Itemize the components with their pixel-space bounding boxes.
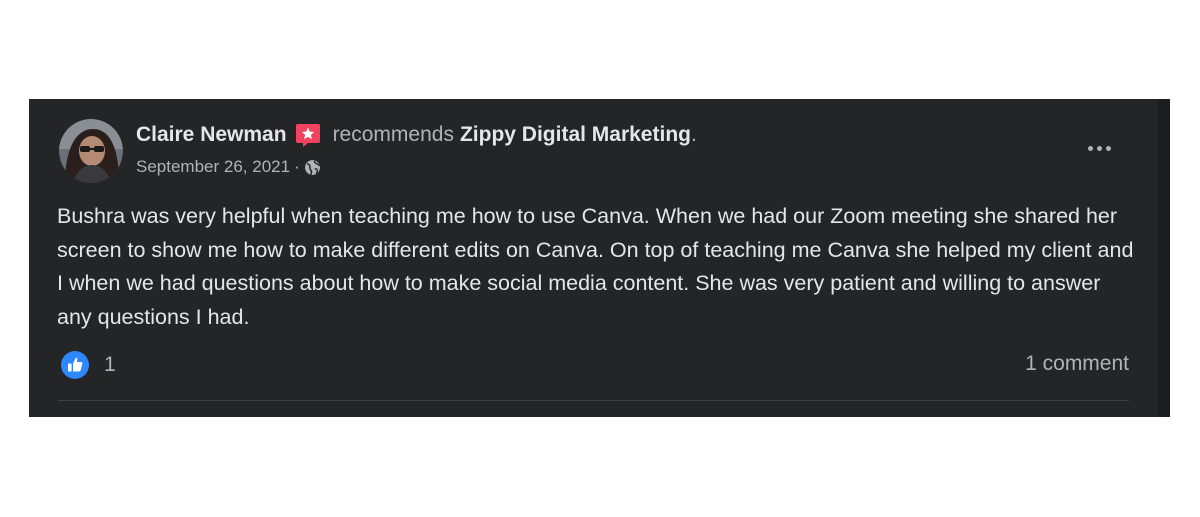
reactions-summary[interactable]: 1 bbox=[60, 350, 116, 380]
post-header: Claire Newman recommends Zippy Digital M… bbox=[136, 122, 697, 148]
post-meta: September 26, 2021 · bbox=[136, 156, 321, 178]
like-count: 1 bbox=[104, 353, 116, 376]
author-name-link[interactable]: Claire Newman bbox=[136, 123, 287, 147]
action-divider bbox=[58, 400, 1129, 401]
more-dot bbox=[1105, 145, 1111, 151]
recommendation-star-icon bbox=[295, 124, 320, 147]
like-reaction-icon bbox=[61, 351, 89, 379]
post-text: Bushra was very helpful when teaching me… bbox=[57, 204, 1134, 329]
scrollbar-track bbox=[1158, 99, 1170, 417]
post-date-link[interactable]: September 26, 2021 bbox=[136, 157, 290, 177]
more-options-button[interactable] bbox=[1084, 137, 1114, 159]
more-dot bbox=[1087, 145, 1093, 151]
recommends-verb: recommends bbox=[332, 123, 454, 146]
recommendation-post: Claire Newman recommends Zippy Digital M… bbox=[29, 99, 1170, 417]
page-name-link[interactable]: Zippy Digital Marketing bbox=[460, 123, 691, 147]
header-period: . bbox=[690, 123, 697, 146]
meta-separator: · bbox=[294, 157, 300, 176]
comment-count-link[interactable]: 1 comment bbox=[1025, 352, 1129, 376]
globe-icon bbox=[304, 159, 320, 175]
avatar[interactable] bbox=[59, 119, 123, 183]
avatar-image bbox=[59, 119, 123, 183]
more-dot bbox=[1096, 145, 1102, 151]
